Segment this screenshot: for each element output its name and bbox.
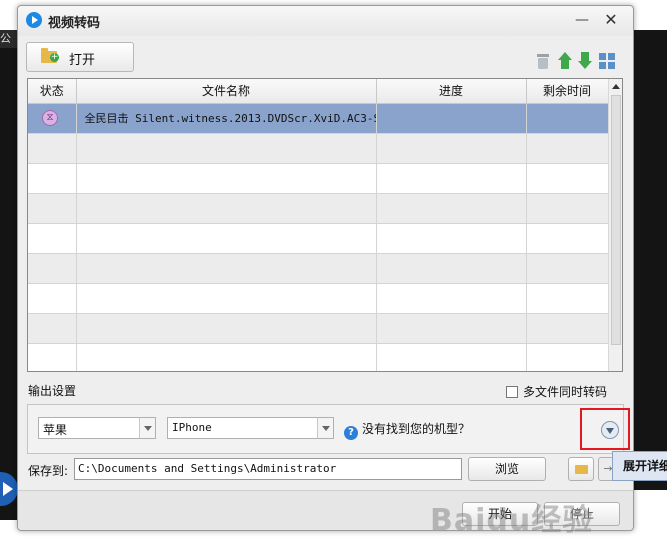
multi-file-label: 多文件同时转码 [523,385,608,399]
empty-cell [376,253,527,284]
empty-cell [76,283,377,314]
grid-view-icon[interactable] [598,52,616,70]
save-path-field[interactable]: C:\Documents and Settings\Administrator [74,458,462,480]
column-header-remaining[interactable]: 剩余时间 [526,79,609,104]
scroll-up-icon[interactable] [612,84,620,89]
model-value: IPhone [172,421,212,434]
table-row[interactable]: ⧖ 全民目击 Silent.witness.2013.DVDScr.XviD.A… [28,103,609,134]
empty-cell [376,223,527,254]
empty-cell [526,133,609,164]
empty-cell [76,163,377,194]
empty-cell [28,343,77,371]
move-up-icon[interactable] [556,52,574,70]
brand-value: 苹果 [43,423,68,437]
status-cell: ⧖ [28,103,77,134]
open-file-label: 打开 [69,53,96,68]
folder-add-icon [41,48,59,63]
checkbox-box[interactable] [506,386,518,398]
empty-cell [28,253,77,284]
background-tab: 公播 [0,30,18,48]
browse-button[interactable]: 浏览 [468,457,546,481]
move-down-icon[interactable] [576,52,594,70]
table-row[interactable] [28,313,609,344]
empty-cell [76,193,377,224]
table-row[interactable] [28,193,609,224]
empty-cell [28,163,77,194]
brand-select[interactable]: 苹果 [38,417,156,439]
multi-file-checkbox[interactable]: 多文件同时转码 [506,383,607,400]
empty-cell [526,223,609,254]
model-help-link[interactable]: ? 没有找到您的机型？ [344,420,470,440]
table-row[interactable] [28,223,609,254]
open-output-folder-button[interactable] [568,457,594,481]
empty-cell [76,343,377,371]
table-row[interactable] [28,343,609,371]
empty-cell [526,283,609,314]
table-row[interactable] [28,163,609,194]
file-list[interactable]: 状态 文件名称 进度 剩余时间 ⧖ 全民目击 Silent.witness.20… [27,78,623,372]
column-header-status[interactable]: 状态 [28,79,77,104]
empty-cell [376,283,527,314]
remaining-cell [526,103,609,134]
help-icon: ? [344,426,358,440]
highlight-annotation [580,408,630,450]
empty-cell [376,163,527,194]
minimize-button[interactable]: — [574,12,590,28]
empty-cell [376,313,527,344]
empty-cell [76,253,377,284]
title-bar[interactable]: 视频转码 — ✕ [18,6,633,36]
empty-cell [526,193,609,224]
column-header-filename[interactable]: 文件名称 [76,79,377,104]
hourglass-icon: ⧖ [42,110,58,126]
empty-cell [526,253,609,284]
empty-cell [526,163,609,194]
list-scrollbar[interactable] [608,79,622,371]
progress-cell [376,103,527,134]
model-select[interactable]: IPhone [167,417,334,439]
window-title: 视频转码 [48,16,101,31]
model-help-text: 没有找到您的机型？ [362,422,471,436]
empty-cell [76,313,377,344]
chevron-down-icon[interactable] [317,418,333,438]
table-row[interactable] [28,283,609,314]
empty-cell [76,133,377,164]
empty-cell [76,223,377,254]
background-player-right [634,30,667,490]
empty-cell [28,133,77,164]
watermark-logo: Baidu经验 [430,503,594,538]
empty-cell [376,133,527,164]
file-table: 状态 文件名称 进度 剩余时间 ⧖ 全民目击 Silent.witness.20… [28,79,609,371]
empty-cell [526,313,609,344]
filename-cell: 全民目击 Silent.witness.2013.DVDScr.XviD.AC3… [76,103,377,134]
table-row[interactable] [28,133,609,164]
table-row[interactable] [28,253,609,284]
empty-cell [376,193,527,224]
transcode-dialog: 视频转码 — ✕ 打开 状态 文件名称 进度 剩余时间 [17,5,634,531]
empty-cell [28,193,77,224]
output-settings-label: 输出设置 [28,384,77,398]
output-settings-panel: 苹果 IPhone ? 没有找到您的机型？ [27,404,624,454]
table-header: 状态 文件名称 进度 剩余时间 [28,79,609,104]
empty-cell [28,283,77,314]
delete-icon[interactable] [534,52,552,70]
app-play-icon [26,12,42,28]
empty-cell [376,343,527,371]
empty-cell [526,343,609,371]
column-header-progress[interactable]: 进度 [376,79,527,104]
close-button[interactable]: ✕ [602,11,620,29]
chevron-down-icon[interactable] [139,418,155,438]
empty-cell [28,223,77,254]
background-player-left [0,30,18,520]
empty-cell [28,313,77,344]
expand-tooltip: 展开详细 [612,451,667,481]
save-to-label: 保存到: [28,464,69,478]
open-file-button[interactable]: 打开 [26,42,134,72]
scroll-thumb[interactable] [611,95,621,345]
